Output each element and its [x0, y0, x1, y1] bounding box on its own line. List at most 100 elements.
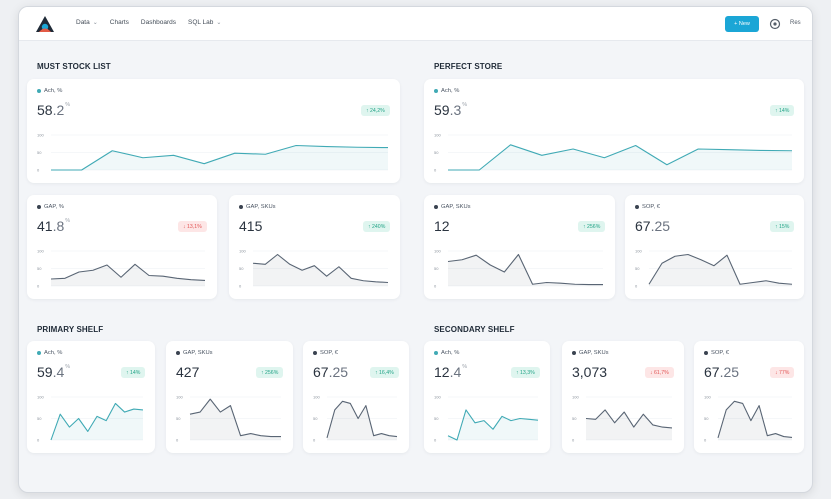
axis-tick-label: 100 [434, 395, 441, 400]
sparkline-chart: 100 50 0 [572, 395, 673, 443]
axis-tick-label: 100 [37, 395, 44, 400]
metric-value: 67.25 [313, 364, 348, 380]
metric-label-text: GAP, SKUs [579, 350, 609, 356]
axis-tick-label: 0 [37, 438, 40, 443]
top-nav: Data ⌄ Charts Dashboards SQL Lab ⌄ + New… [19, 7, 812, 41]
trend-badge: ↑ 16,4% [370, 367, 399, 378]
axis-tick-label: 0 [239, 284, 242, 289]
metric-label: GAP, SKUs [572, 350, 609, 356]
metric-card[interactable]: GAP, SKUs 415 ↑ 240% 100 50 0 [229, 195, 400, 299]
series-dot-icon [37, 351, 41, 355]
metric-label: Ach, % [37, 88, 62, 94]
metric-card[interactable]: GAP, SKUs 12 ↑ 256% 100 50 0 [424, 195, 615, 299]
sparkline-chart: 100 50 0 [434, 249, 603, 289]
metric-value: 67.25 [635, 218, 670, 234]
metric-label-text: Ach, % [441, 350, 460, 356]
trend-badge: ↑ 13,3% [511, 367, 540, 378]
metric-value-int: 59 [434, 102, 450, 118]
metric-card[interactable]: Ach, % 59.3% ↑ 14% 100 50 0 [424, 79, 804, 183]
metric-value-unit: % [65, 364, 71, 370]
metric-card[interactable]: GAP, % 41.8% ↓ 13,1% 100 50 0 [27, 195, 217, 299]
metric-value: 41.8% [37, 218, 70, 234]
metric-value-decimal: .8 [52, 218, 65, 234]
trend-badge: ↑ 24,2% [361, 105, 390, 116]
axis-tick-label: 50 [434, 416, 439, 421]
metric-label: GAP, SKUs [239, 204, 276, 210]
axis-tick-label: 100 [572, 395, 579, 400]
metric-label: SOP, € [704, 350, 729, 356]
axis-tick-label: 100 [37, 249, 44, 254]
settings-icon[interactable] [768, 17, 782, 31]
metric-card[interactable]: SOP, € 67.25 ↓ 77% 100 50 0 [694, 341, 804, 453]
metric-card[interactable]: Ach, % 12.4% ↑ 13,3% 100 50 0 [424, 341, 550, 453]
metric-card[interactable]: Ach, % 59.4% ↑ 14% 100 50 0 [27, 341, 155, 453]
metric-card[interactable]: SOP, € 67.25 ↑ 15% 100 50 0 [625, 195, 804, 299]
metric-label: SOP, € [635, 204, 660, 210]
menu-sql-lab[interactable]: SQL Lab ⌄ [188, 19, 221, 26]
axis-tick-label: 0 [434, 438, 437, 443]
metric-value-int: 3,073 [572, 364, 608, 380]
trend-badge: ↓ 13,1% [178, 221, 207, 232]
metric-card[interactable]: Ach, % 58.2% ↑ 24,2% 100 50 0 [27, 79, 400, 183]
chevron-down-icon: ⌄ [216, 20, 222, 26]
app-logo-icon[interactable] [35, 15, 55, 33]
metric-value-int: 58 [37, 102, 53, 118]
metric-value-decimal: .4 [52, 364, 65, 380]
menu-data[interactable]: Data ⌄ [76, 19, 98, 26]
metric-value-unit: % [65, 102, 71, 108]
sparkline-chart: 100 50 0 [37, 395, 144, 443]
sparkline-chart: 100 50 0 [313, 395, 398, 443]
axis-tick-label: 0 [313, 438, 316, 443]
menu-data-label: Data [76, 19, 90, 26]
axis-tick-label: 100 [434, 249, 441, 254]
axis-tick-label: 100 [704, 395, 711, 400]
metric-card[interactable]: GAP, SKUs 427 ↑ 256% 100 50 0 [166, 341, 293, 453]
axis-tick-label: 0 [704, 438, 707, 443]
user-menu[interactable]: Res [790, 20, 801, 26]
metric-value-unit: % [462, 102, 468, 108]
sparkline-chart: 100 50 0 [37, 133, 389, 173]
axis-tick-label: 0 [635, 284, 638, 289]
menu-dashboards-label: Dashboards [140, 19, 176, 26]
metric-value-int: 41 [37, 218, 53, 234]
series-dot-icon [176, 351, 180, 355]
series-dot-icon [572, 351, 576, 355]
new-button[interactable]: + New [725, 16, 759, 32]
axis-tick-label: 50 [313, 416, 318, 421]
series-dot-icon [239, 205, 243, 209]
metric-label: GAP, % [37, 204, 64, 210]
metric-value: 427 [176, 364, 199, 380]
trend-badge: ↑ 256% [578, 221, 606, 232]
metric-label: SOP, € [313, 350, 338, 356]
sparkline-chart: 100 50 0 [635, 249, 793, 289]
metric-label: GAP, SKUs [434, 204, 471, 210]
menu-charts[interactable]: Charts [110, 19, 129, 26]
series-area [586, 409, 672, 440]
metric-label-text: GAP, SKUs [183, 350, 213, 356]
menu-dashboards[interactable]: Dashboards [141, 19, 176, 26]
axis-tick-label: 100 [635, 249, 642, 254]
metric-value: 3,073 [572, 364, 607, 380]
section-title-perfect-store: PERFECT STORE [434, 62, 503, 71]
axis-tick-label: 0 [176, 438, 179, 443]
browser-frame: Data ⌄ Charts Dashboards SQL Lab ⌄ + New… [18, 6, 813, 493]
metric-value-decimal: .25 [328, 364, 349, 380]
menu-charts-label: Charts [109, 19, 129, 26]
metric-label: GAP, SKUs [176, 350, 213, 356]
metric-card[interactable]: GAP, SKUs 3,073 ↓ 61,7% 100 50 0 [562, 341, 684, 453]
metric-value: 12 [434, 218, 450, 234]
metric-value-int: 67 [635, 218, 651, 234]
axis-tick-label: 0 [572, 438, 575, 443]
axis-tick-label: 100 [239, 249, 246, 254]
axis-tick-label: 100 [313, 395, 320, 400]
axis-tick-label: 100 [37, 133, 44, 138]
series-area [51, 403, 143, 440]
metric-value-decimal: .4 [449, 364, 462, 380]
trend-badge: ↓ 77% [770, 367, 795, 378]
series-dot-icon [37, 205, 41, 209]
metric-card[interactable]: SOP, € 67.25 ↑ 16,4% 100 50 0 [303, 341, 409, 453]
menu-sql-lab-label: SQL Lab [187, 19, 214, 26]
series-dot-icon [434, 351, 438, 355]
axis-tick-label: 50 [176, 416, 181, 421]
sparkline-chart: 100 50 0 [704, 395, 793, 443]
